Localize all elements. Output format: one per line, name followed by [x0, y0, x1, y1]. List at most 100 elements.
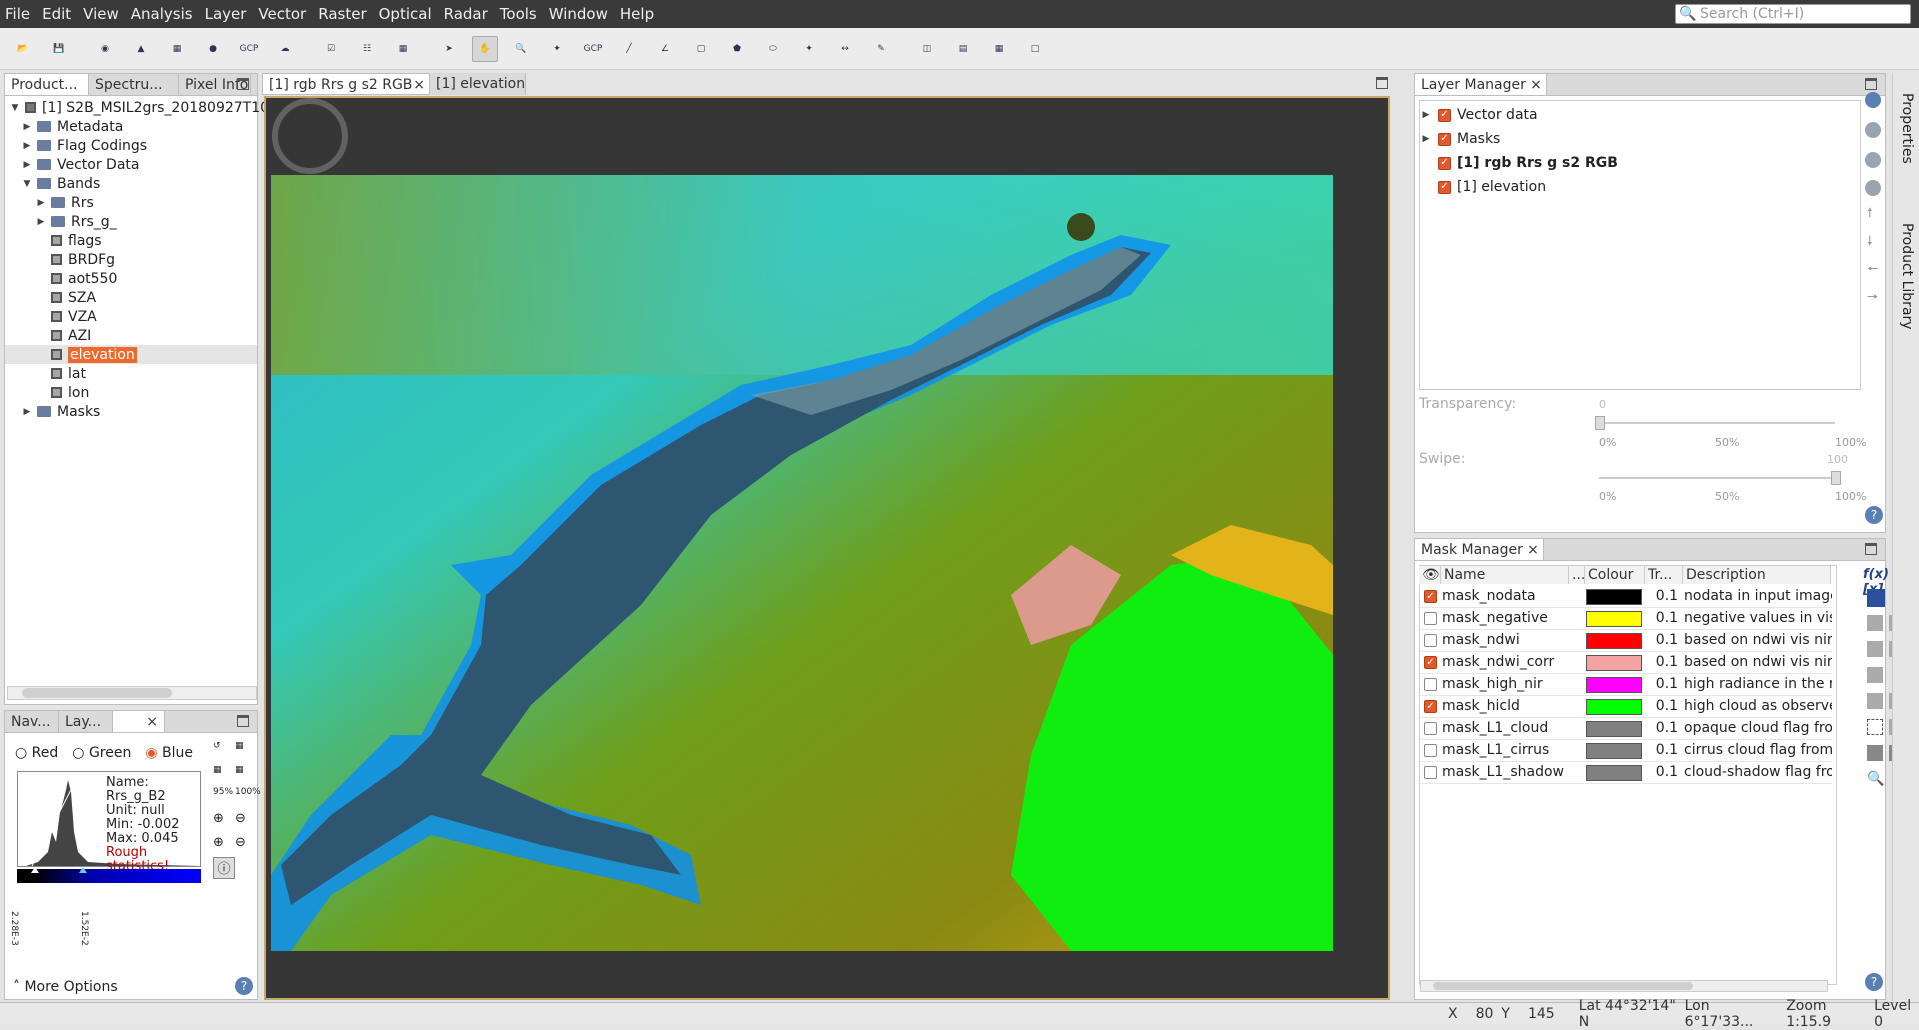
- layer-elevation[interactable]: ✓ [1] elevation: [1432, 177, 1546, 197]
- menu-raster[interactable]: Raster: [313, 0, 373, 28]
- mask-description[interactable]: high cloud as observe: [1684, 698, 1832, 714]
- help-icon[interactable]: ?: [235, 977, 253, 995]
- tree-item-vector-data[interactable]: ▶ Vector Data: [21, 155, 140, 174]
- radio-green[interactable]: ○ Green: [72, 745, 131, 761]
- mask-row[interactable]: ✓ mask_ndwi_corr 0.1 based on ndwi vis nir: [1418, 652, 1832, 674]
- minimize-icon[interactable]: [1865, 78, 1877, 90]
- tile-horizontal-icon[interactable]: ◫: [914, 36, 940, 62]
- zoom-tool-icon[interactable]: 🔍: [508, 36, 534, 62]
- menu-optical[interactable]: Optical: [374, 0, 439, 28]
- tree-item-flag-codings[interactable]: ▶ Flag Codings: [21, 136, 148, 155]
- mask-colour-swatch[interactable]: [1586, 655, 1642, 671]
- swipe-slider-handle[interactable]: [1831, 471, 1841, 485]
- minimize-icon[interactable]: [1865, 543, 1877, 555]
- visibility-column-icon[interactable]: 👁: [1419, 566, 1441, 584]
- column-colour[interactable]: Colour: [1585, 566, 1645, 584]
- swipe-slider[interactable]: [1599, 477, 1835, 479]
- horizontal-scrollbar[interactable]: [7, 686, 257, 700]
- help-icon[interactable]: ?: [1865, 973, 1883, 991]
- column-name[interactable]: Name: [1441, 566, 1569, 584]
- select-tool-icon[interactable]: ➤: [436, 36, 462, 62]
- time-series-icon[interactable]: ▦: [390, 36, 416, 62]
- menu-view[interactable]: View: [78, 0, 126, 28]
- mask-description[interactable]: high radiance in the n: [1684, 676, 1832, 692]
- properties-tab[interactable]: Properties: [1899, 93, 1915, 164]
- info-toggle-icon[interactable]: ⓘ: [213, 857, 235, 879]
- mask-description[interactable]: cloud-shadow flag fro: [1684, 764, 1832, 780]
- zoom-in-v-icon[interactable]: ⊕: [213, 835, 224, 850]
- mask-name[interactable]: mask_L1_cloud: [1442, 720, 1566, 736]
- mask-visibility-checkbox[interactable]: [1424, 766, 1437, 779]
- product-library-tab[interactable]: Product Library: [1899, 223, 1915, 330]
- transparency-slider[interactable]: [1599, 422, 1835, 424]
- expand-arrow-icon[interactable]: ▶: [1420, 134, 1432, 144]
- close-icon[interactable]: ×: [1530, 74, 1542, 95]
- mask-name[interactable]: mask_L1_cirrus: [1442, 742, 1566, 758]
- close-icon[interactable]: ×: [1527, 539, 1539, 560]
- zoom-to-layer-icon[interactable]: [1865, 180, 1881, 196]
- minimize-icon[interactable]: [1376, 77, 1388, 89]
- tab-rgb-view[interactable]: [1] rgb Rrs g s2 RGB ×: [262, 73, 430, 95]
- column-description[interactable]: Description: [1683, 566, 1831, 584]
- mask-horizontal-scrollbar[interactable]: [1420, 980, 1828, 992]
- zoom-mask-icon[interactable]: 🔍: [1867, 771, 1884, 787]
- zoom-out-icon[interactable]: ⊖: [235, 811, 246, 826]
- remove-layer-icon[interactable]: [1865, 122, 1881, 138]
- menu-help[interactable]: Help: [615, 0, 661, 28]
- mask-description[interactable]: cirrus cloud flag from: [1684, 742, 1832, 758]
- expand-arrow-icon[interactable]: ▶: [21, 160, 33, 170]
- mask-description[interactable]: based on ndwi vis nir: [1684, 632, 1832, 648]
- mask-transparency[interactable]: 0.1: [1650, 698, 1678, 714]
- mask-name[interactable]: mask_ndwi_corr: [1442, 654, 1566, 670]
- tree-item-bands[interactable]: ▼ Bands: [21, 174, 101, 193]
- mask-visibility-checkbox[interactable]: ✓: [1424, 656, 1437, 669]
- tree-band-flags[interactable]: flags: [47, 231, 102, 250]
- minimize-icon[interactable]: [237, 78, 249, 90]
- tab-elevation-view[interactable]: [1] elevation: [430, 73, 526, 95]
- wand-icon[interactable]: ✎: [868, 36, 894, 62]
- menu-layer[interactable]: Layer: [200, 0, 254, 28]
- tab-layer-editor[interactable]: Lay...: [59, 711, 113, 732]
- intersect-mask-icon[interactable]: [1867, 641, 1883, 657]
- tab-mask-manager[interactable]: Mask Manager ×: [1415, 539, 1544, 560]
- mask-visibility-checkbox[interactable]: ✓: [1424, 590, 1437, 603]
- mask-row[interactable]: mask_L1_cirrus 0.1 cirrus cloud flag from: [1418, 740, 1832, 762]
- expand-arrow-icon[interactable]: ▶: [21, 141, 33, 151]
- gcp-tool-icon[interactable]: GCP: [580, 36, 606, 62]
- expand-arrow-icon[interactable]: ▶: [35, 217, 47, 227]
- search-input[interactable]: Search (Ctrl+I): [1700, 6, 1804, 22]
- mask-visibility-checkbox[interactable]: [1424, 744, 1437, 757]
- move-left-icon[interactable]: 🠔: [1867, 260, 1878, 282]
- mask-row[interactable]: mask_ndwi 0.1 based on ndwi vis nir: [1418, 630, 1832, 652]
- transfer-mask-icon[interactable]: [1867, 693, 1883, 709]
- save-product-icon[interactable]: 💾: [46, 36, 72, 62]
- layer-checkbox[interactable]: ✓: [1438, 156, 1451, 170]
- menu-tools[interactable]: Tools: [495, 0, 544, 28]
- tree-band-lat[interactable]: lat: [47, 364, 86, 383]
- mask-visibility-checkbox[interactable]: ✓: [1424, 700, 1437, 713]
- image-view[interactable]: [264, 96, 1390, 1000]
- select-mask-icon[interactable]: [1867, 719, 1883, 735]
- tile-grid-icon[interactable]: ▦: [986, 36, 1012, 62]
- layer-checkbox[interactable]: ✓: [1438, 180, 1451, 194]
- tab-product-explorer[interactable]: Product...: [5, 74, 89, 95]
- close-tab-button[interactable]: ×: [113, 711, 165, 732]
- mask-row[interactable]: mask_L1_shadow 0.1 cloud-shadow flag fro: [1418, 762, 1832, 784]
- open-product-icon[interactable]: 📂: [10, 36, 36, 62]
- mask-visibility-checkbox[interactable]: [1424, 678, 1437, 691]
- tree-band-aot550[interactable]: aot550: [47, 269, 117, 288]
- expand-arrow-icon[interactable]: ▶: [21, 407, 33, 417]
- move-down-icon[interactable]: 🠗: [1867, 232, 1873, 254]
- menu-vector[interactable]: Vector: [253, 0, 313, 28]
- tree-band-rrs[interactable]: ▶ Rrs: [35, 193, 94, 212]
- mask-colour-swatch[interactable]: [1586, 765, 1642, 781]
- layer-checkbox[interactable]: ✓: [1438, 132, 1451, 146]
- mask-row[interactable]: mask_high_nir 0.1 high radiance in the n: [1418, 674, 1832, 696]
- mask-name[interactable]: mask_high_nir: [1442, 676, 1566, 692]
- mask-transparency[interactable]: 0.1: [1650, 610, 1678, 626]
- magic-wand-icon[interactable]: ✦: [796, 36, 822, 62]
- radio-red[interactable]: ○ Red: [15, 745, 58, 761]
- pan-tool-icon[interactable]: ✋: [472, 35, 498, 62]
- copy-mask-icon[interactable]: [1867, 615, 1883, 631]
- graph-builder-icon[interactable]: ☑: [318, 36, 344, 62]
